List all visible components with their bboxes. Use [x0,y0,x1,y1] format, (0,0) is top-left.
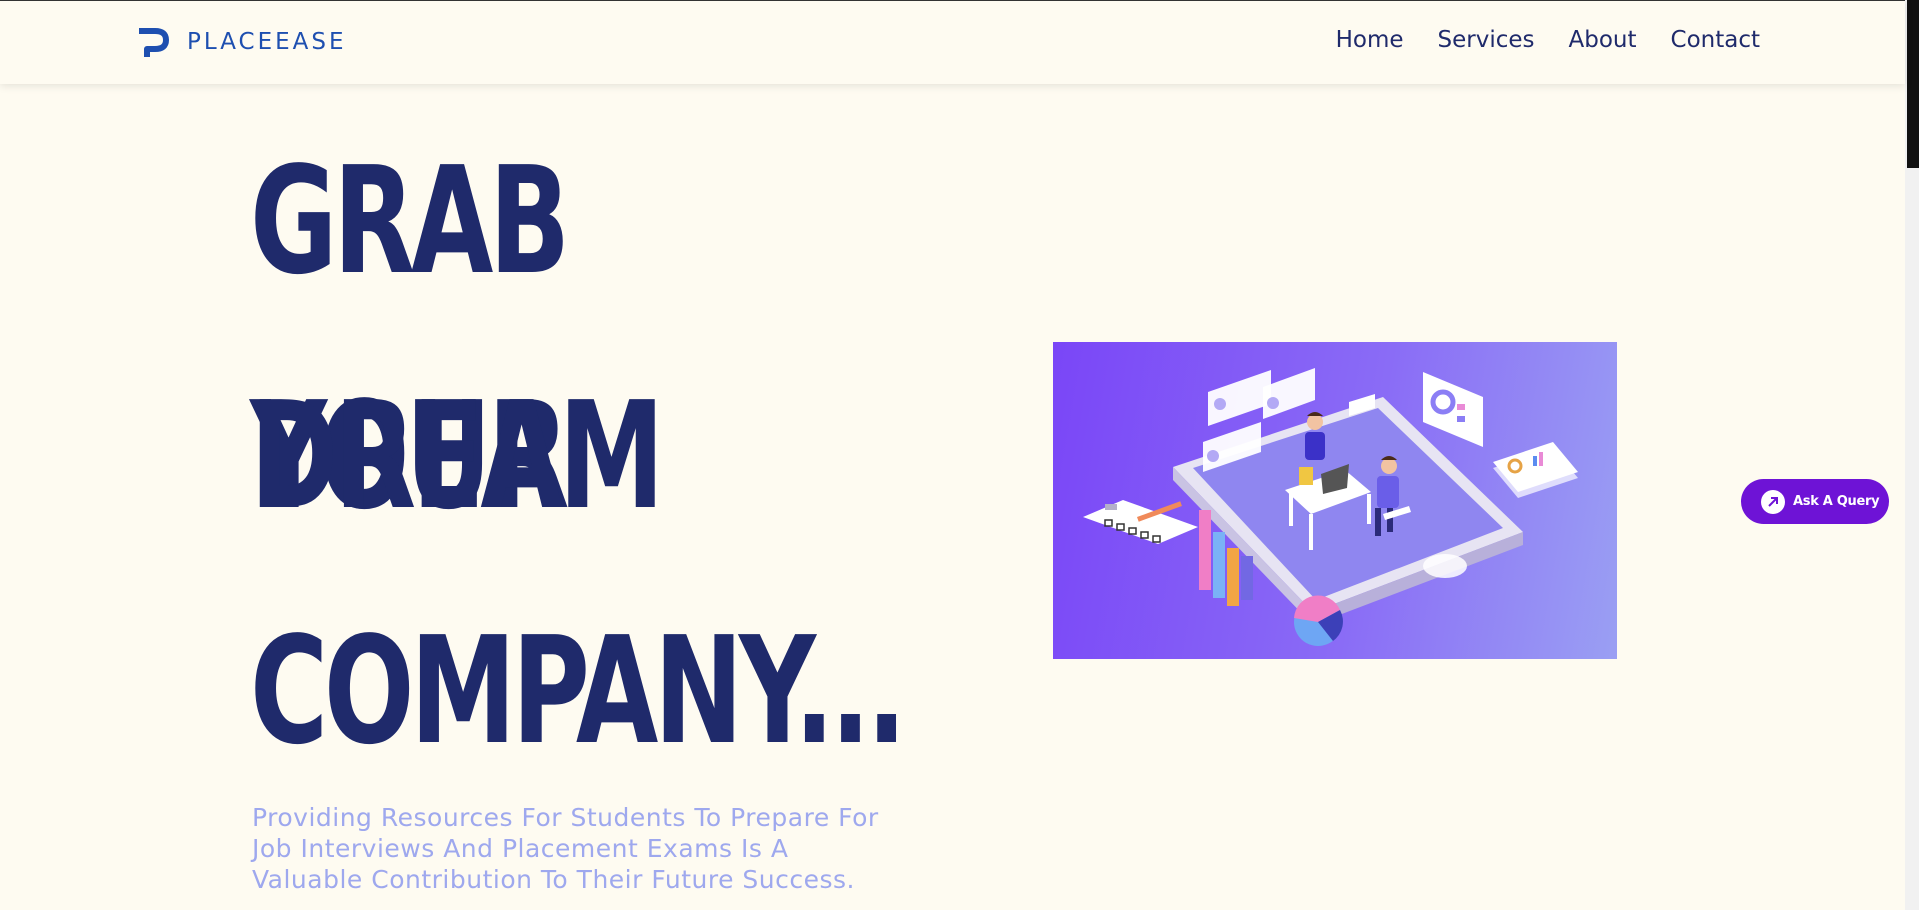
hero-title-line-2: DREAM [250,370,665,542]
arrow-up-right-icon [1761,489,1785,514]
ask-query-button[interactable]: Ask A Query [1741,479,1889,524]
brand-logo[interactable]: PLACEEASE [135,25,347,59]
hero-subtitle: Providing Resources For Students To Prep… [252,803,879,894]
hero-title-line-3: COMPANY... [250,605,907,777]
brand-name: PLACEEASE [187,29,347,55]
scrollbar-thumb[interactable] [1907,0,1919,168]
nav-contact[interactable]: Contact [1671,27,1760,53]
p-logo-icon [139,28,169,57]
navbar: PLACEEASE Home Services About Contact [0,0,1905,84]
main-nav: Home Services About Contact [1336,27,1760,53]
hero-illustration [1053,342,1617,659]
ask-query-label: Ask A Query [1793,494,1880,509]
hero-title-line-1: GRAB YOUR [250,135,570,542]
checklist-clipboard [1083,500,1198,544]
vertical-scrollbar[interactable] [1905,0,1919,910]
hero-title: GRAB YOUR DREAM COMPANY... [250,104,907,809]
nav-home[interactable]: Home [1336,27,1404,53]
nav-services[interactable]: Services [1438,27,1535,53]
nav-about[interactable]: About [1569,27,1637,53]
office-interview-illustration [1083,368,1578,646]
